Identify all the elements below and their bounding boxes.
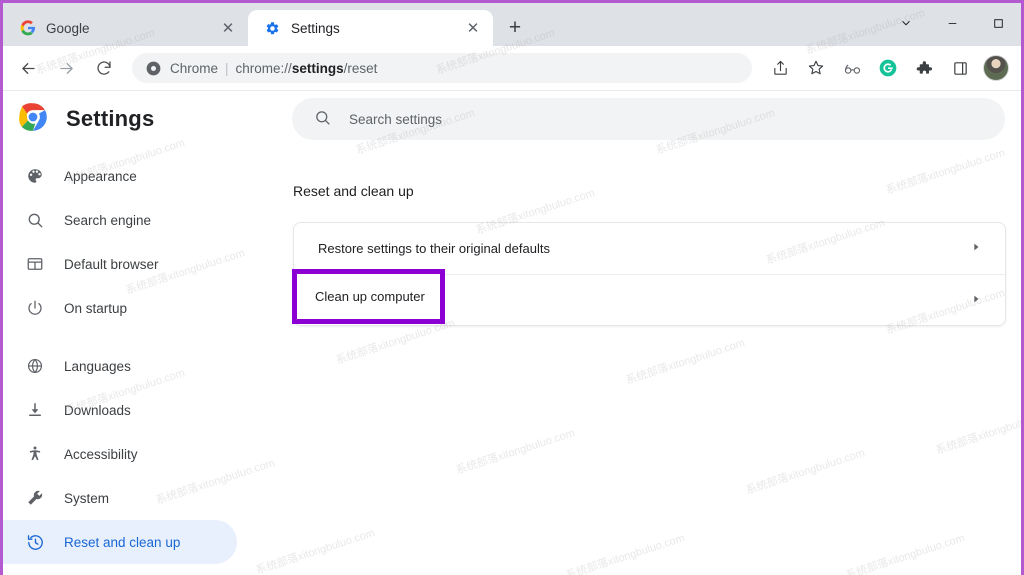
share-icon[interactable] bbox=[765, 53, 795, 83]
tab-google[interactable]: Google ✕ bbox=[3, 10, 248, 46]
settings-sidebar: Appearance Search engine Default browser… bbox=[3, 146, 266, 575]
address-bar[interactable]: Chrome | chrome://settings/reset bbox=[132, 53, 752, 83]
reading-glasses-icon[interactable] bbox=[837, 53, 867, 83]
omnibox-separator: | bbox=[225, 60, 229, 76]
omnibox-url-prefix: chrome:// bbox=[235, 60, 292, 76]
sidebar-divider bbox=[3, 330, 251, 344]
gear-icon bbox=[264, 20, 281, 37]
side-panel-icon[interactable] bbox=[945, 53, 975, 83]
sidebar-item-label: Default browser bbox=[64, 256, 159, 272]
accessibility-icon bbox=[25, 444, 45, 464]
settings-content: Appearance Search engine Default browser… bbox=[3, 146, 1021, 575]
tab-search-chevron-down-icon[interactable] bbox=[883, 3, 929, 43]
sidebar-item-label: System bbox=[64, 490, 110, 506]
globe-icon bbox=[25, 356, 45, 376]
download-icon bbox=[25, 400, 45, 420]
row-restore-settings[interactable]: Restore settings to their original defau… bbox=[294, 223, 1005, 274]
search-icon bbox=[25, 210, 45, 230]
forward-button[interactable] bbox=[50, 52, 82, 84]
tab-close-button[interactable]: ✕ bbox=[463, 18, 483, 38]
sidebar-item-appearance[interactable]: Appearance bbox=[3, 154, 237, 198]
sidebar-item-downloads[interactable]: Downloads bbox=[3, 388, 237, 432]
sidebar-item-label: Reset and clean up bbox=[64, 534, 181, 550]
row-label: Restore settings to their original defau… bbox=[318, 241, 550, 256]
browser-window-icon bbox=[25, 254, 45, 274]
tab-title: Settings bbox=[291, 20, 340, 36]
power-icon bbox=[25, 298, 45, 318]
annotation-target-label: Clean up computer bbox=[315, 289, 425, 304]
tab-close-button[interactable]: ✕ bbox=[218, 18, 238, 38]
omnibox-scheme-label: Chrome bbox=[170, 60, 219, 76]
google-g-icon bbox=[19, 20, 36, 37]
settings-brand: Settings bbox=[3, 102, 268, 137]
sidebar-item-label: Downloads bbox=[64, 402, 131, 418]
sidebar-item-accessibility[interactable]: Accessibility bbox=[3, 432, 237, 476]
tab-strip: Google ✕ Settings ✕ + bbox=[3, 3, 1021, 46]
sidebar-item-reset-and-clean-up[interactable]: Reset and clean up bbox=[3, 520, 237, 564]
search-input-placeholder[interactable]: Search settings bbox=[349, 112, 442, 127]
minimize-button[interactable] bbox=[929, 3, 975, 43]
omnibox-url-suffix: /reset bbox=[343, 60, 378, 76]
sidebar-item-default-browser[interactable]: Default browser bbox=[3, 242, 237, 286]
section-title: Reset and clean up bbox=[293, 183, 414, 199]
sidebar-item-system[interactable]: System bbox=[3, 476, 237, 520]
tab-settings[interactable]: Settings ✕ bbox=[248, 10, 493, 46]
extensions-puzzle-icon[interactable] bbox=[909, 53, 939, 83]
search-settings-bar[interactable]: Search settings bbox=[292, 98, 1005, 140]
chrome-logo bbox=[18, 102, 48, 137]
chevron-right-icon bbox=[971, 293, 981, 308]
page-title: Settings bbox=[66, 106, 155, 131]
history-restore-icon bbox=[25, 532, 45, 552]
sidebar-item-label: Accessibility bbox=[64, 446, 138, 462]
sidebar-item-label: Search engine bbox=[64, 212, 152, 228]
bookmark-star-icon[interactable] bbox=[801, 53, 831, 83]
reload-button[interactable] bbox=[88, 52, 120, 84]
wrench-icon bbox=[25, 488, 45, 508]
settings-header: Settings Search settings bbox=[3, 92, 1021, 146]
browser-window: Google ✕ Settings ✕ + Chrome | chrome://… bbox=[0, 0, 1024, 575]
grammarly-icon[interactable] bbox=[873, 53, 903, 83]
toolbar-actions bbox=[762, 53, 1021, 83]
sidebar-item-label: Languages bbox=[64, 358, 131, 374]
settings-main-pane: Reset and clean up Restore settings to t… bbox=[251, 146, 1021, 575]
chrome-site-icon bbox=[146, 61, 161, 76]
tab-title: Google bbox=[46, 20, 90, 36]
back-button[interactable] bbox=[12, 52, 44, 84]
sidebar-item-languages[interactable]: Languages bbox=[3, 344, 237, 388]
search-icon bbox=[314, 109, 331, 129]
palette-icon bbox=[25, 166, 45, 186]
sidebar-item-search-engine[interactable]: Search engine bbox=[3, 198, 237, 242]
new-tab-button[interactable]: + bbox=[501, 14, 529, 42]
window-controls bbox=[883, 3, 1021, 43]
maximize-button[interactable] bbox=[975, 3, 1021, 43]
profile-avatar[interactable] bbox=[983, 55, 1009, 81]
sidebar-item-label: On startup bbox=[64, 300, 128, 316]
omnibox-url-highlight: settings bbox=[291, 60, 344, 76]
sidebar-item-label: Appearance bbox=[64, 168, 137, 184]
chevron-right-icon bbox=[971, 241, 981, 256]
browser-toolbar: Chrome | chrome://settings/reset bbox=[3, 46, 1021, 91]
sidebar-item-on-startup[interactable]: On startup bbox=[3, 286, 237, 330]
